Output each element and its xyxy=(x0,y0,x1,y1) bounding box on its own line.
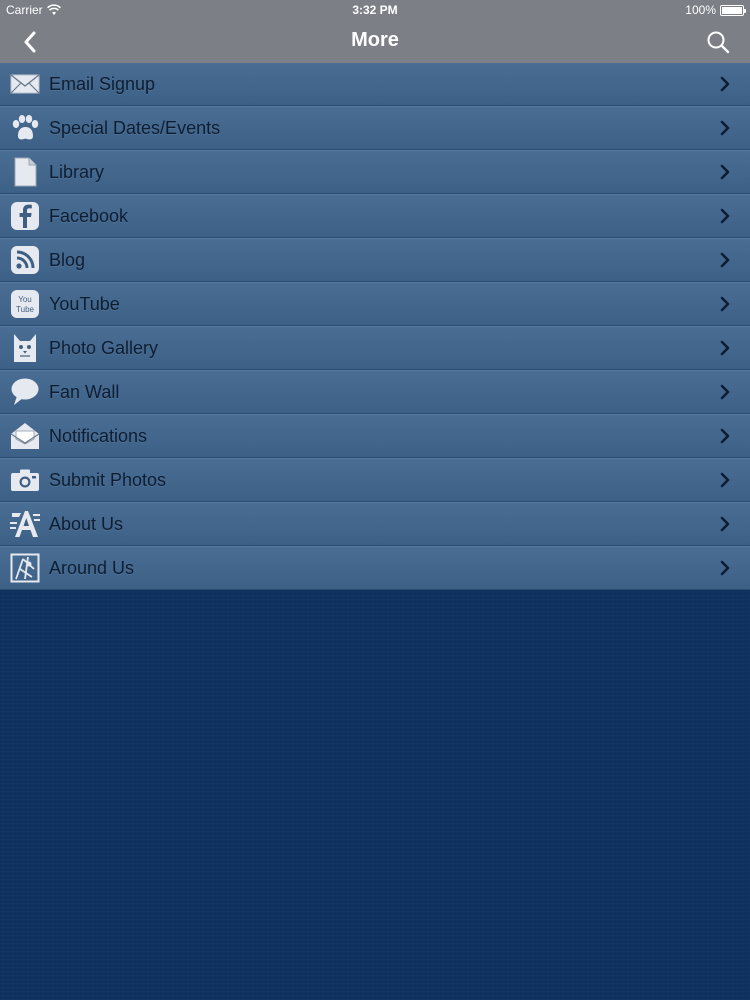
menu-item-label: Submit Photos xyxy=(49,470,167,490)
menu-item-label: Blog xyxy=(49,250,86,270)
menu-item-fan-wall[interactable]: Fan Wall xyxy=(0,370,750,414)
menu-item-submit-photos[interactable]: Submit Photos xyxy=(0,458,750,502)
page-title: More xyxy=(351,29,399,51)
menu-item-blog[interactable]: Blog xyxy=(0,238,750,282)
battery-percent: 100% xyxy=(685,3,716,17)
facebook-icon xyxy=(9,200,41,232)
chevron-right-icon xyxy=(718,383,732,401)
status-time: 3:32 PM xyxy=(352,3,398,17)
chevron-right-icon xyxy=(718,119,732,137)
status-bar: Carrier 3:32 PM 100% xyxy=(0,0,750,20)
chevron-right-icon xyxy=(718,559,732,577)
menu-item-label: YouTube xyxy=(49,294,120,314)
youtube-icon-text-bottom: Tube xyxy=(16,305,34,314)
document-icon xyxy=(9,156,41,188)
chevron-right-icon xyxy=(718,163,732,181)
menu-item-label: Email Signup xyxy=(49,74,156,94)
menu-item-label: Special Dates/Events xyxy=(49,118,221,138)
chevron-right-icon xyxy=(718,471,732,489)
envelope-icon xyxy=(9,68,41,100)
chevron-right-icon xyxy=(718,295,732,313)
menu-item-label: Facebook xyxy=(49,206,129,226)
menu-item-photo-gallery[interactable]: Photo Gallery xyxy=(0,326,750,370)
paw-icon xyxy=(9,112,41,144)
menu-item-label: Around Us xyxy=(49,558,135,578)
menu-item-notifications[interactable]: Notifications xyxy=(0,414,750,458)
search-button[interactable] xyxy=(702,26,734,58)
battery-icon xyxy=(720,4,746,16)
chevron-right-icon xyxy=(718,427,732,445)
chevron-right-icon xyxy=(718,339,732,357)
chevron-right-icon xyxy=(718,515,732,533)
menu-item-email-signup[interactable]: Email Signup xyxy=(0,63,750,106)
camera-icon xyxy=(9,464,41,496)
about-icon xyxy=(9,508,41,540)
rss-icon xyxy=(9,244,41,276)
search-icon xyxy=(706,30,730,54)
chevron-right-icon xyxy=(718,251,732,269)
status-right: 100% xyxy=(685,0,746,20)
cat-icon xyxy=(9,332,41,364)
menu-item-special-dates-events[interactable]: Special Dates/Events xyxy=(0,106,750,150)
menu-item-label: About Us xyxy=(49,514,124,534)
menu-item-library[interactable]: Library xyxy=(0,150,750,194)
menu-list: Email Signup Special Dates/Events Librar… xyxy=(0,63,750,590)
navigation-bar: More xyxy=(0,20,750,63)
menu-item-label: Notifications xyxy=(49,426,148,446)
open-envelope-icon xyxy=(9,420,41,452)
menu-item-label: Fan Wall xyxy=(49,382,120,402)
speech-bubble-icon xyxy=(9,376,41,408)
youtube-icon-text-top: You xyxy=(18,295,32,304)
menu-item-label: Library xyxy=(49,162,105,182)
menu-item-around-us[interactable]: Around Us xyxy=(0,546,750,590)
menu-item-about-us[interactable]: About Us xyxy=(0,502,750,546)
menu-item-youtube[interactable]: You Tube YouTube xyxy=(0,282,750,326)
chevron-right-icon xyxy=(718,207,732,225)
map-icon xyxy=(9,552,41,584)
chevron-right-icon xyxy=(718,75,732,93)
menu-item-label: Photo Gallery xyxy=(49,338,159,358)
youtube-icon: You Tube xyxy=(9,288,41,320)
menu-item-facebook[interactable]: Facebook xyxy=(0,194,750,238)
